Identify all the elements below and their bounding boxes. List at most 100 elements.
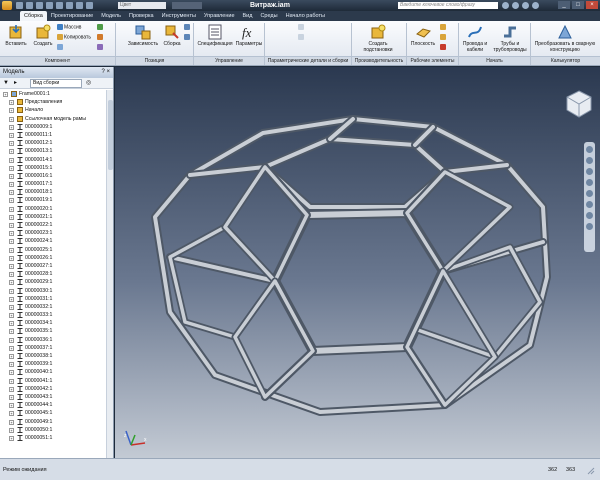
expand-toggle-icon[interactable]: + [9,255,14,261]
select-icon[interactable] [76,2,83,9]
tree-item[interactable]: +00000011:1 [0,131,106,139]
insert-button[interactable]: Вставить [3,24,29,47]
convert-weldment-button[interactable]: Преобразовать в сварную конструкцию [532,24,598,53]
ribbon-tab[interactable]: Инструменты [158,11,200,21]
expand-toggle-icon[interactable]: + [9,370,14,376]
tree-item[interactable]: +00000023:1 [0,229,106,237]
tree-item[interactable]: +00000045:1 [0,409,106,417]
tree-item[interactable]: +00000016:1 [0,172,106,180]
create-substitute-button[interactable]: Создать подстановки [358,24,398,53]
frame-model[interactable] [115,67,600,458]
rotate-button[interactable] [184,34,191,41]
tree-item[interactable]: +00000015:1 [0,164,106,172]
expand-toggle-icon[interactable]: + [9,394,14,400]
nav-options-icon[interactable] [586,223,593,230]
tree-item[interactable]: +00000017:1 [0,180,106,188]
expand-toggle-icon[interactable]: + [9,157,14,163]
plane-button[interactable]: Плоскость [408,24,438,47]
expand-toggle-icon[interactable]: + [9,378,14,384]
tree-item[interactable]: + Frame0001:1 [0,90,106,98]
tree-item[interactable]: +00000033:1 [0,311,106,319]
expand-toggle-icon[interactable]: + [9,354,14,359]
tree-item[interactable]: +00000040:1 [0,368,106,376]
expand-toggle-icon[interactable]: + [9,329,14,335]
maximize-button[interactable]: □ [572,1,584,9]
tree-item[interactable]: +00000029:1 [0,278,106,286]
navigation-bar-icon[interactable] [584,142,595,252]
expand-toggle-icon[interactable]: + [9,190,14,196]
tree-item[interactable]: +00000024:1 [0,237,106,245]
expand-toggle-icon[interactable]: + [9,247,14,253]
expand-toggle-icon[interactable]: + [9,296,14,302]
ucs-button[interactable] [440,44,447,51]
graphics-window[interactable]: z x [115,67,600,458]
point-button[interactable] [440,34,447,41]
expand-toggle-icon[interactable]: + [9,386,14,392]
expand-toggle-icon[interactable]: + [9,165,14,171]
expand-toggle-icon[interactable]: + [9,198,14,204]
binoculars-icon[interactable]: ◎ [86,80,96,87]
pattern-button[interactable]: Массив [57,24,81,31]
tubes-button[interactable]: Трубы и трубопроводы [493,24,527,53]
tree-item[interactable]: +00000044:1 [0,401,106,409]
tree-item[interactable]: +00000019:1 [0,196,106,204]
close-button[interactable]: × [586,1,598,9]
expand-toggle-icon[interactable]: + [9,173,14,179]
ribbon-tab[interactable]: Управление [200,11,239,21]
tree-item[interactable]: +00000030:1 [0,287,106,295]
steering-wheel-icon[interactable] [586,146,593,153]
ribbon-tab[interactable]: Проектирование [47,11,97,21]
tree-item[interactable]: +00000025:1 [0,246,106,254]
look-at-icon[interactable] [586,201,593,208]
free-orbit-icon[interactable] [586,212,593,219]
tree-item[interactable]: +00000009:1 [0,123,106,131]
copy-button[interactable]: Копировать [57,34,91,41]
expand-toggle-icon[interactable]: + [9,337,14,343]
subscription-icon[interactable] [512,2,519,9]
tree-item[interactable]: + Начало [0,106,106,114]
expand-toggle-icon[interactable]: + [9,100,14,106]
tree-item[interactable]: +00000020:1 [0,205,106,213]
expand-toggle-icon[interactable]: + [9,411,14,417]
help-icon[interactable] [532,2,539,9]
tree-item[interactable]: +00000021:1 [0,213,106,221]
iassembly-button[interactable] [298,34,305,41]
expand-toggle-icon[interactable]: + [9,108,14,114]
expand-toggle-icon[interactable]: + [9,116,14,122]
open-icon[interactable] [26,2,33,9]
expand-toggle-icon[interactable]: + [9,141,14,147]
ribbon-tab[interactable]: Модель [97,11,125,21]
tree-item[interactable]: +00000043:1 [0,393,106,401]
expand-icon[interactable]: ▸ [14,80,26,87]
filter-icon[interactable]: ▼ [3,80,11,87]
ribbon-tab[interactable]: Сборка [20,11,47,21]
minimize-button[interactable]: _ [558,1,570,9]
home-icon[interactable] [66,2,73,9]
comm-center-icon[interactable] [522,2,529,9]
zoom-window-icon[interactable] [586,190,593,197]
mirror-button[interactable] [57,44,64,51]
expand-toggle-icon[interactable]: + [9,403,14,409]
scrollbar-thumb[interactable] [108,100,113,170]
expand-toggle-icon[interactable]: + [9,263,14,269]
cables-button[interactable]: Провода и кабели [461,24,489,53]
expand-toggle-icon[interactable]: + [9,435,14,441]
expand-toggle-icon[interactable]: + [9,206,14,212]
update-icon[interactable] [86,2,93,9]
ipart-button[interactable] [298,24,305,31]
orbit-icon[interactable] [586,179,593,186]
frame-member[interactable] [221,163,311,285]
undo-icon[interactable] [46,2,53,9]
expand-toggle-icon[interactable]: + [9,419,14,425]
tree-item[interactable]: +00000034:1 [0,319,106,327]
expand-toggle-icon[interactable]: + [3,92,8,97]
bom-button[interactable]: Спецификация [195,24,235,47]
lod-combo[interactable] [172,2,202,9]
expand-toggle-icon[interactable]: + [9,272,14,278]
tree-item[interactable]: +00000035:1 [0,327,106,335]
tree-item[interactable]: + Ссылочная модель рамы [0,115,106,123]
place-from-cc-button[interactable] [97,24,104,31]
frame-member[interactable] [168,225,277,339]
browser-view-select[interactable]: Вид сборки [30,79,82,88]
tree-item[interactable]: +00000031:1 [0,295,106,303]
